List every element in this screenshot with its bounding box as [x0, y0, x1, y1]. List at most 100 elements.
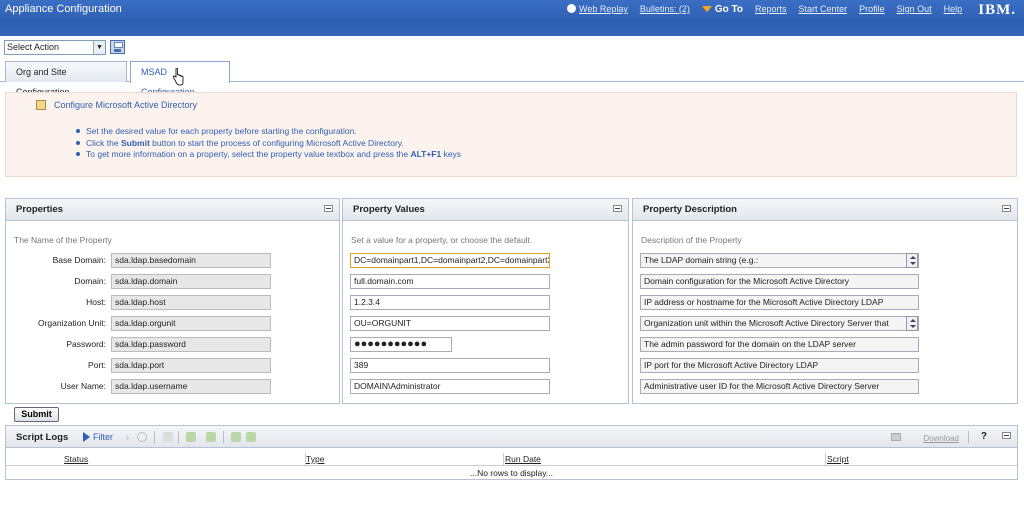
property-description-panel-header: Property Description — [633, 199, 1017, 221]
scroll-spinner-icon[interactable] — [906, 253, 918, 268]
property-name-field: sda.ldap.domain — [111, 274, 271, 289]
go-to-menu[interactable]: Go To — [701, 3, 744, 15]
tab-org-site-configuration[interactable]: Org and Site Configuration — [5, 61, 127, 97]
instruction-list: Set the desired value for each property … — [75, 126, 462, 161]
collapse-icon[interactable] — [324, 205, 333, 212]
properties-panel: Properties The Name of the Property Base… — [5, 198, 340, 404]
help-icon[interactable]: ? — [981, 431, 987, 442]
property-label: Host: — [86, 297, 106, 307]
toolbar-separator — [223, 431, 224, 443]
property-name-field: sda.ldap.basedomain — [111, 253, 271, 268]
property-label: Password: — [66, 339, 106, 349]
info-title: Configure Microsoft Active Directory — [54, 100, 198, 110]
property-label: Organization Unit: — [37, 318, 106, 328]
info-box: Configure Microsoft Active Directory Set… — [5, 92, 1017, 177]
property-values-panel-header: Property Values — [343, 199, 628, 221]
properties-panel-header: Properties — [6, 199, 339, 221]
instruction-text: Set the desired value for each property … — [86, 126, 357, 136]
instruction-item: Set the desired value for each property … — [75, 126, 461, 138]
tab-bar: Org and Site Configuration MSAD Configur… — [0, 58, 1024, 97]
arrow-up-icon[interactable] — [186, 432, 196, 442]
panel-subtitle: Set a value for a property, or choose th… — [351, 235, 533, 245]
collapse-icon[interactable] — [1002, 432, 1011, 439]
arrow-down-icon[interactable] — [206, 432, 216, 442]
select-action-dropdown[interactable]: Select Action ▼ — [4, 40, 106, 55]
instruction-item: Click the Submit button to start the pro… — [75, 137, 461, 150]
property-value-input[interactable]: 1.2.3.4 — [350, 295, 550, 310]
collapse-icon[interactable] — [1002, 205, 1011, 212]
submit-button[interactable]: Submit — [14, 407, 59, 422]
property-description-field: The LDAP domain string (e.g.: — [640, 253, 919, 268]
property-value-input[interactable]: full.domain.com — [350, 274, 550, 289]
go-to-arrow-icon — [701, 5, 712, 12]
download-icon — [891, 433, 901, 441]
property-value-input[interactable]: DC=domainpart1,DC=domainpart2,DC=domainp… — [350, 253, 550, 268]
app-title: Appliance Configuration — [5, 3, 122, 15]
bulletins-link[interactable]: Bulletins: (2) — [640, 4, 690, 14]
panel-subtitle: The Name of the Property — [14, 235, 112, 245]
property-description-field: Domain configuration for the Microsoft A… — [640, 274, 919, 289]
reports-link[interactable]: Reports — [755, 4, 787, 14]
panel-subtitle: Description of the Property — [641, 235, 742, 245]
filter-icon[interactable] — [83, 432, 90, 442]
arrow-left-icon[interactable] — [231, 432, 241, 442]
password-input[interactable]: ●●●●●●●●●●● — [350, 337, 452, 352]
instruction-text: button to start the process of configuri… — [149, 137, 404, 148]
property-name-field: sda.ldap.password — [111, 337, 271, 352]
property-values-panel: Property Values Set a value for a proper… — [342, 198, 629, 404]
download-link[interactable]: Download — [923, 434, 959, 443]
select-action-label: Select Action — [7, 42, 60, 52]
toolbar-separator — [968, 431, 969, 443]
property-name-field: sda.ldap.orgunit — [111, 316, 271, 331]
web-replay-icon — [567, 4, 576, 13]
instruction-text: Click the — [86, 137, 121, 148]
web-replay-link[interactable]: Web Replay — [567, 4, 628, 14]
ibm-logo: IBM. — [978, 2, 1016, 18]
property-description-field: IP address or hostname for the Microsoft… — [640, 295, 919, 310]
column-run-date[interactable]: Run Date — [505, 453, 541, 465]
instruction-text: keys — [441, 149, 462, 159]
toolbar-separator — [178, 431, 179, 443]
script-logs-section: Script Logs Filter › Download ? Status T… — [5, 425, 1018, 480]
config-icon — [36, 100, 46, 110]
filter-link[interactable]: Filter — [93, 432, 113, 442]
chevron-right-icon: › — [126, 432, 129, 442]
column-status[interactable]: Status — [64, 453, 88, 465]
profile-link[interactable]: Profile — [859, 4, 885, 14]
arrow-right-icon[interactable] — [246, 432, 256, 442]
instruction-text: To get more information on a property, s… — [86, 149, 411, 159]
scroll-spinner-icon[interactable] — [906, 316, 918, 331]
table-header: Status Type Run Date Script — [6, 453, 1017, 466]
property-name-field: sda.ldap.host — [111, 295, 271, 310]
top-banner: Appliance Configuration Web Replay Bulle… — [0, 0, 1024, 36]
column-separator — [825, 453, 826, 465]
column-type[interactable]: Type — [306, 453, 324, 465]
property-label: Base Domain: — [52, 255, 106, 265]
hand-cursor-icon — [172, 68, 184, 86]
save-icon[interactable] — [110, 40, 125, 54]
property-value-input[interactable]: OU=ORGUNIT — [350, 316, 550, 331]
web-replay-label: Web Replay — [579, 4, 628, 14]
collapse-icon[interactable] — [613, 205, 622, 212]
help-link[interactable]: Help — [944, 4, 963, 14]
property-name-field: sda.ldap.username — [111, 379, 271, 394]
property-description-panel: Property Description Description of the … — [632, 198, 1018, 404]
property-description-field: Organization unit within the Microsoft A… — [640, 316, 919, 331]
start-center-link[interactable]: Start Center — [799, 4, 848, 14]
go-to-label: Go To — [714, 3, 744, 15]
sign-out-link[interactable]: Sign Out — [897, 4, 932, 14]
property-name-field: sda.ldap.port — [111, 358, 271, 373]
column-script[interactable]: Script — [827, 453, 849, 465]
search-icon[interactable] — [137, 432, 147, 442]
top-navigation: Web Replay Bulletins: (2) Go To Reports … — [567, 3, 974, 15]
script-logs-title: Script Logs — [16, 432, 69, 443]
panel-title: Property Description — [643, 204, 737, 215]
instruction-bold: Submit — [120, 137, 150, 148]
clear-filter-icon[interactable] — [163, 432, 173, 442]
property-description-field: IP port for the Microsoft Active Directo… — [640, 358, 919, 373]
panel-title: Property Values — [353, 204, 425, 215]
property-value-input[interactable]: DOMAIN\Administrator — [350, 379, 550, 394]
property-value-input[interactable]: 389 — [350, 358, 550, 373]
instruction-bold: ALT+F1 — [410, 149, 442, 159]
script-logs-toolbar: Script Logs Filter › Download ? — [6, 426, 1017, 448]
